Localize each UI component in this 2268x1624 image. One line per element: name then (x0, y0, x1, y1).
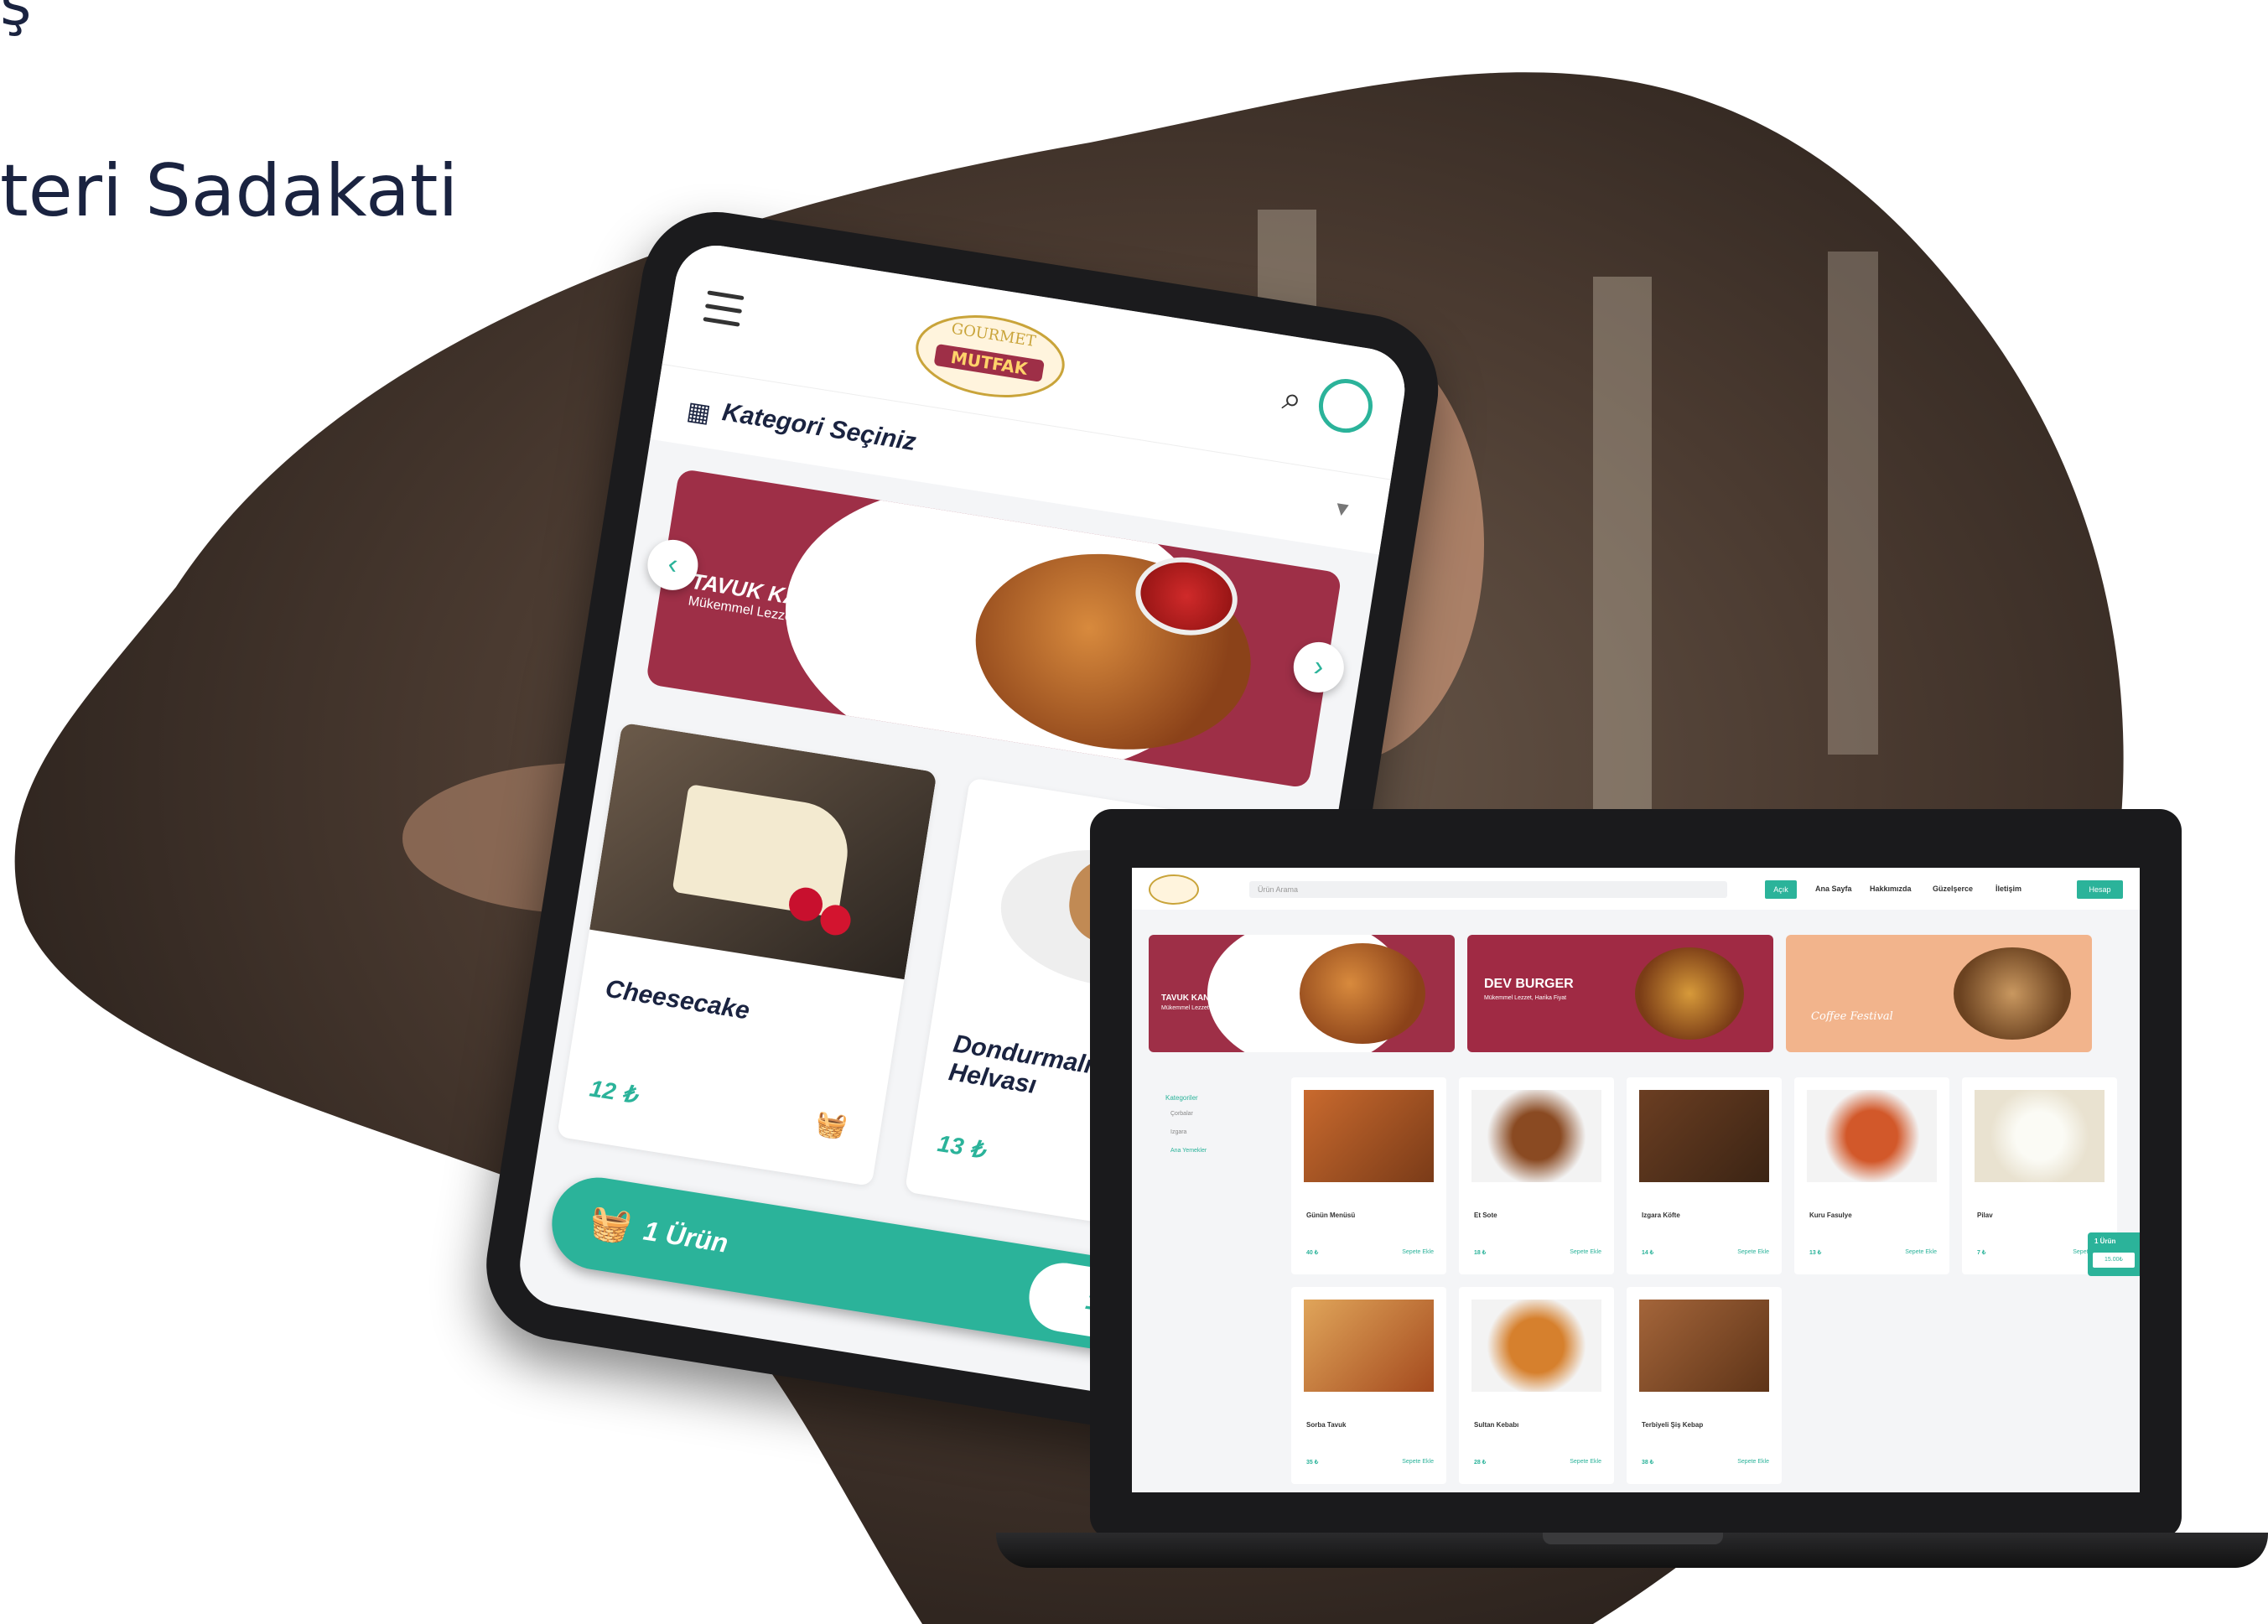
nav-contact[interactable]: İletişim (1996, 885, 2021, 893)
product-image (1471, 1090, 1601, 1182)
open-status-badge: Açık (1765, 880, 1797, 899)
banner-coffee[interactable]: Coffee Festival (1786, 935, 2092, 1052)
product-card[interactable]: Izgara Köfte 14 ₺ Sepete Ekle (1627, 1077, 1782, 1274)
product-image (1975, 1090, 2105, 1182)
banner-title: Coffee Festival (1811, 1010, 1893, 1023)
banner-title: TAVUK KANAT (1161, 994, 1220, 1003)
add-to-cart-button[interactable]: Sepete Ekle (1737, 1249, 1769, 1255)
sidebar-item[interactable]: Ana Yemekler (1170, 1148, 1207, 1154)
nav-home[interactable]: Ana Sayfa (1815, 885, 1852, 893)
sidebar-item[interactable]: Izgara (1170, 1129, 1186, 1135)
product-image (1807, 1090, 1937, 1182)
grid-icon: ▦ (684, 397, 714, 428)
cart-widget[interactable]: 1 Ürün 15.00₺ (2088, 1232, 2140, 1276)
product-price: 40 ₺ (1306, 1250, 1319, 1256)
add-to-cart-button[interactable]: Sepete Ekle (1402, 1459, 1434, 1465)
product-price: 28 ₺ (1474, 1460, 1487, 1466)
product-image (1639, 1300, 1769, 1392)
product-name: Terbiyeli Şiş Kebap (1642, 1421, 1704, 1429)
user-avatar-icon[interactable] (1315, 375, 1377, 437)
product-price: 7 ₺ (1977, 1250, 1986, 1256)
banner-subtitle: Mükemmel Lezzet (1161, 1005, 1209, 1011)
product-card[interactable]: Cheesecake 12 ₺ 🧺 (557, 722, 937, 1187)
product-name: Günün Menüsü (1306, 1212, 1356, 1219)
product-image (1304, 1300, 1434, 1392)
cart-count: 1 Ürün (2094, 1237, 2116, 1245)
cheesecake-image (589, 722, 937, 980)
product-name: Sorba Tavuk (1306, 1421, 1347, 1429)
laptop-header: Ürün Arama Açık Ana Sayfa Hakkımızda Güz… (1132, 868, 2140, 910)
category-label: Kategori Seçiniz (720, 398, 918, 457)
gourmet-mutfak-logo (1149, 874, 1199, 905)
sidebar-title: Kategoriler (1165, 1094, 1198, 1102)
page-heading: teri Sadakati (0, 149, 459, 233)
product-price: 13 ₺ (1809, 1250, 1822, 1256)
banner-burger[interactable]: DEV BURGER Mükemmel Lezzet, Harika Fiyat (1467, 935, 1773, 1052)
product-image (1471, 1300, 1601, 1392)
product-card[interactable]: Sultan Kebabı 28 ₺ Sepete Ekle (1459, 1287, 1614, 1484)
basket-icon[interactable]: 🧺 (813, 1108, 849, 1142)
heading-fragment: ş (0, 0, 32, 39)
product-card[interactable]: Kuru Fasulye 13 ₺ Sepete Ekle (1794, 1077, 1949, 1274)
product-name: Izgara Köfte (1642, 1212, 1680, 1219)
product-price: 18 ₺ (1474, 1250, 1487, 1256)
basket-icon: 🧺 (587, 1203, 635, 1247)
laptop-device: Ürün Arama Açık Ana Sayfa Hakkımızda Güz… (1090, 809, 2182, 1538)
nav-gallery[interactable]: Güzelşerce (1933, 885, 1973, 893)
product-price: 38 ₺ (1642, 1460, 1654, 1466)
cart-total: 15.00₺ (2093, 1253, 2135, 1268)
chevron-down-icon: ▼ (1330, 496, 1354, 522)
product-name: Pilav (1977, 1212, 1993, 1219)
add-to-cart-button[interactable]: Sepete Ekle (1402, 1249, 1434, 1255)
gourmet-mutfak-logo: GOURMET MUTFAK (916, 315, 1065, 397)
add-to-cart-button[interactable]: Sepete Ekle (1570, 1249, 1601, 1255)
product-price: 14 ₺ (1642, 1250, 1654, 1256)
cart-count: 1 Ürün (641, 1215, 730, 1258)
product-card[interactable]: Terbiyeli Şiş Kebap 38 ₺ Sepete Ekle (1627, 1287, 1782, 1484)
product-name: Kuru Fasulye (1809, 1212, 1852, 1219)
laptop-screen: Ürün Arama Açık Ana Sayfa Hakkımızda Güz… (1132, 868, 2140, 1492)
add-to-cart-button[interactable]: Sepete Ekle (1905, 1249, 1937, 1255)
banner-wings[interactable]: TAVUK KANAT Mükemmel Lezzet (1149, 935, 1455, 1052)
product-price: 35 ₺ (1306, 1460, 1319, 1466)
product-image (1304, 1090, 1434, 1182)
hamburger-menu-icon[interactable] (702, 290, 745, 335)
add-to-cart-button[interactable]: Sepete Ekle (1737, 1459, 1769, 1465)
sidebar-item[interactable]: Çorbalar (1170, 1111, 1193, 1117)
product-name: Et Sote (1474, 1212, 1497, 1219)
product-card[interactable]: Günün Menüsü 40 ₺ Sepete Ekle (1291, 1077, 1446, 1274)
account-button[interactable]: Hesap (2077, 880, 2123, 899)
add-to-cart-button[interactable]: Sepete Ekle (1570, 1459, 1601, 1465)
product-price: 13 ₺ (936, 1129, 987, 1164)
product-card[interactable]: Et Sote 18 ₺ Sepete Ekle (1459, 1077, 1614, 1274)
product-image (1639, 1090, 1769, 1182)
search-icon[interactable]: ⌕ (1280, 380, 1305, 420)
product-name: Sultan Kebabı (1474, 1421, 1519, 1429)
product-name: Cheesecake (603, 974, 752, 1025)
nav-about[interactable]: Hakkımızda (1870, 885, 1912, 893)
banner-title: DEV BURGER (1484, 977, 1574, 991)
product-card[interactable]: Sorba Tavuk 35 ₺ Sepete Ekle (1291, 1287, 1446, 1484)
laptop-notch (1543, 1533, 1723, 1544)
search-input[interactable]: Ürün Arama (1249, 881, 1727, 898)
banner-subtitle: Mükemmel Lezzet, Harika Fiyat (1484, 995, 1567, 1001)
product-price: 12 ₺ (588, 1075, 640, 1108)
